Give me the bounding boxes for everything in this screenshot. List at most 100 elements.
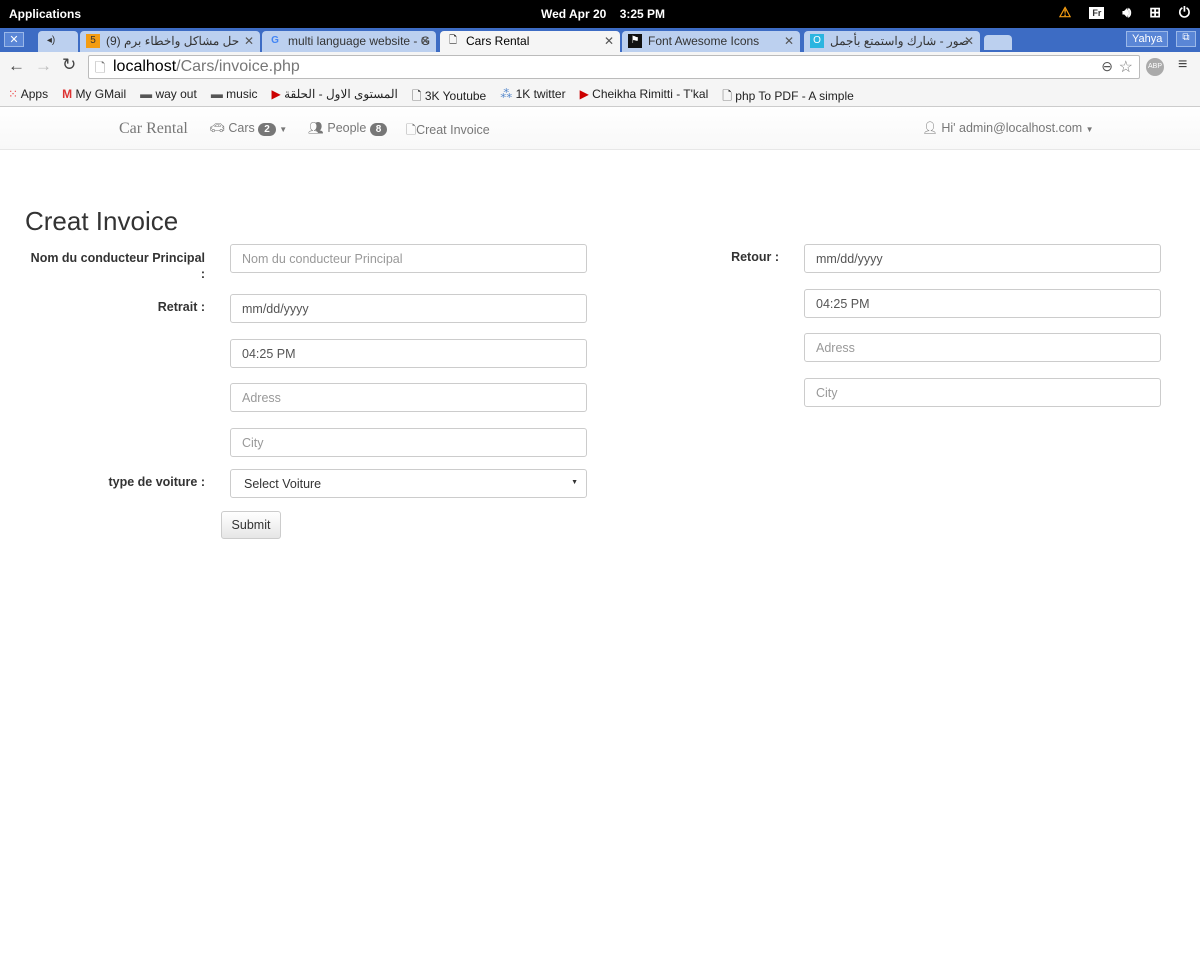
nav-cars[interactable]: 🚗︎ Cars 2 ▼: [209, 121, 287, 136]
bookmark-cheikha[interactable]: ▶ Cheikha Rimitti - T'kal: [580, 87, 709, 101]
close-window-icon[interactable]: ✕: [4, 32, 24, 47]
clock[interactable]: Wed Apr 20 3:25 PM: [541, 7, 665, 21]
car-type-select[interactable]: Select Voiture ▼: [230, 469, 587, 498]
page-icon: 🗋: [448, 35, 458, 46]
tab-label: multi language website - G: [288, 34, 431, 48]
close-tab-icon[interactable]: ✕: [604, 34, 614, 48]
page-title: Creat Invoice: [25, 206, 179, 236]
caret-down-icon: ▼: [279, 125, 288, 134]
car-type-label: type de voiture :: [108, 475, 205, 489]
new-tab-button[interactable]: [984, 35, 1012, 50]
bookmark-star-icon[interactable]: ☆: [1119, 57, 1133, 77]
address-bar[interactable]: 🗋 localhost/Cars/invoice.php ⊖ ☆: [88, 55, 1140, 79]
bookmark-1k-twitter[interactable]: ⁂ 1K twitter: [500, 87, 565, 101]
browser-toolbar: ← → ↻ 🗋 localhost/Cars/invoice.php ⊖ ☆ AB…: [0, 52, 1200, 82]
power-icon[interactable]: ⏻: [1179, 4, 1190, 21]
bookmarks-bar: ⁙ Apps M My GMail ▬ way out ▬ music ▶ ال…: [0, 82, 1200, 107]
nav-label: Cars: [228, 121, 255, 135]
pickup-address-input[interactable]: Adress: [230, 383, 587, 412]
bookmark-folder-music[interactable]: ▬ music: [211, 87, 258, 101]
google-icon: G: [271, 35, 279, 46]
caret-down-icon: ▼: [1085, 125, 1094, 134]
caret-down-icon: ▼: [571, 479, 578, 486]
url-path: /Cars/invoice.php: [176, 58, 300, 75]
bookmark-php-pdf[interactable]: 🗋 php To PDF - A simple: [722, 87, 854, 103]
applications-menu[interactable]: Applications: [9, 7, 81, 21]
return-address-input[interactable]: Adress: [804, 333, 1161, 362]
bookmark-label: music: [226, 87, 258, 101]
close-tab-icon[interactable]: ✕: [964, 34, 974, 48]
keyboard-layout[interactable]: Fr: [1089, 6, 1105, 19]
driver-label: Nom du conducteur Principal :: [30, 251, 205, 281]
tab-arabic-1[interactable]: 5 (9) حل مشاكل واخطاء برم ✕: [80, 31, 260, 52]
bookmark-label: My GMail: [75, 87, 127, 101]
forward-icon[interactable]: →: [35, 56, 52, 76]
return-label: Retour :: [731, 250, 779, 264]
tab-strip: ✕ ◂) 5 (9) حل مشاكل واخطاء برم ✕ Gmulti la…: [0, 28, 1200, 52]
submit-button[interactable]: Submit: [221, 511, 281, 539]
user-menu[interactable]: 👤︎ Hi' admin@localhost.com ▼: [922, 121, 1094, 136]
bookmark-3k-youtube[interactable]: 🗋 3K Youtube: [411, 87, 487, 103]
network-icon[interactable]: ⊞: [1149, 4, 1161, 21]
close-tab-icon[interactable]: ✕: [420, 34, 430, 48]
bookmark-label: المستوى الاول - الحلقة: [284, 87, 398, 101]
tab-audio[interactable]: ◂): [38, 31, 78, 52]
bookmark-label: Apps: [20, 87, 49, 101]
pickup-city-input[interactable]: City: [230, 428, 587, 457]
bookmark-youtube-arabic[interactable]: ▶ المستوى الاول - الحلقة: [272, 87, 398, 101]
return-time-input[interactable]: 04:25 PM: [804, 289, 1161, 318]
gmail-icon: M: [62, 87, 73, 101]
close-tab-icon[interactable]: ✕: [784, 34, 794, 48]
nav-label: Creat Invoice: [416, 123, 490, 137]
bookmark-apps[interactable]: ⁙ Apps: [8, 87, 48, 101]
tab-label: Font Awesome Icons: [648, 34, 760, 48]
driver-name-input[interactable]: Nom du conducteur Principal: [230, 244, 587, 273]
tab-cars-rental[interactable]: 🗋 Cars Rental ✕: [440, 31, 620, 52]
car-icon: 🚗︎: [209, 121, 225, 135]
tab-favicon: O: [810, 34, 824, 48]
clock-day: Wed Apr 20: [541, 7, 607, 21]
tab-label: Cars Rental: [466, 34, 530, 48]
profile-button[interactable]: Yahya: [1126, 31, 1169, 47]
zoom-icon[interactable]: ⊖: [1101, 58, 1113, 75]
bookmark-label: Cheikha Rimitti - T'kal: [592, 87, 709, 101]
bookmark-folder-way-out[interactable]: ▬ way out: [140, 87, 197, 101]
pickup-date-input[interactable]: mm/dd/yyyy: [230, 294, 587, 323]
people-count-badge: 8: [369, 123, 388, 136]
volume-icon[interactable]: 🔊︎: [1122, 4, 1131, 21]
page-icon: 🗋: [722, 89, 732, 103]
flag-icon: ⚑: [628, 34, 642, 48]
adblock-icon[interactable]: ABP: [1146, 58, 1164, 76]
user-label: Hi' admin@localhost.com: [941, 121, 1083, 135]
bookmark-label: 1K twitter: [515, 87, 566, 101]
bookmark-gmail[interactable]: M My GMail: [62, 87, 126, 101]
menu-icon[interactable]: ≡: [1178, 56, 1187, 74]
nav-creat-invoice[interactable]: 🗋Creat Invoice: [406, 121, 490, 142]
warning-icon[interactable]: ⚠: [1059, 4, 1072, 21]
tab-favicon: 5: [86, 34, 100, 48]
tab-google[interactable]: Gmulti language website - G ✕: [262, 31, 436, 52]
return-city-input[interactable]: City: [804, 378, 1161, 407]
tab-arabic-2[interactable]: O صور - شارك واستمتع بأجمل ✕: [804, 31, 980, 52]
navbar-brand[interactable]: Car Rental: [119, 120, 188, 138]
tab-label: (9) حل مشاكل واخطاء برم: [106, 34, 240, 48]
file-icon: 🗋: [406, 123, 417, 137]
pickup-time-input[interactable]: 04:25 PM: [230, 339, 587, 368]
network-icon: ⁂: [500, 87, 513, 101]
url-host: localhost: [113, 58, 177, 75]
folder-icon: ▬: [210, 87, 223, 101]
nav-label: People: [327, 121, 367, 135]
bookmark-label: 3K Youtube: [424, 89, 487, 103]
close-tab-icon[interactable]: ✕: [244, 34, 254, 48]
apps-grid-icon: ⁙: [8, 87, 19, 101]
select-value: Select Voiture: [244, 477, 322, 491]
back-icon[interactable]: ←: [8, 56, 25, 76]
page-icon: 🗋: [411, 89, 422, 103]
tab-font-awesome[interactable]: ⚑ Font Awesome Icons ✕: [622, 31, 800, 52]
reload-icon[interactable]: ↻: [62, 55, 76, 75]
users-icon: 👥︎: [308, 121, 324, 135]
nav-people[interactable]: 👥︎ People 8: [308, 121, 388, 136]
user-icon: 👤︎: [922, 121, 938, 135]
restore-window-icon[interactable]: ⧉: [1176, 31, 1196, 47]
return-date-input[interactable]: mm/dd/yyyy: [804, 244, 1161, 273]
